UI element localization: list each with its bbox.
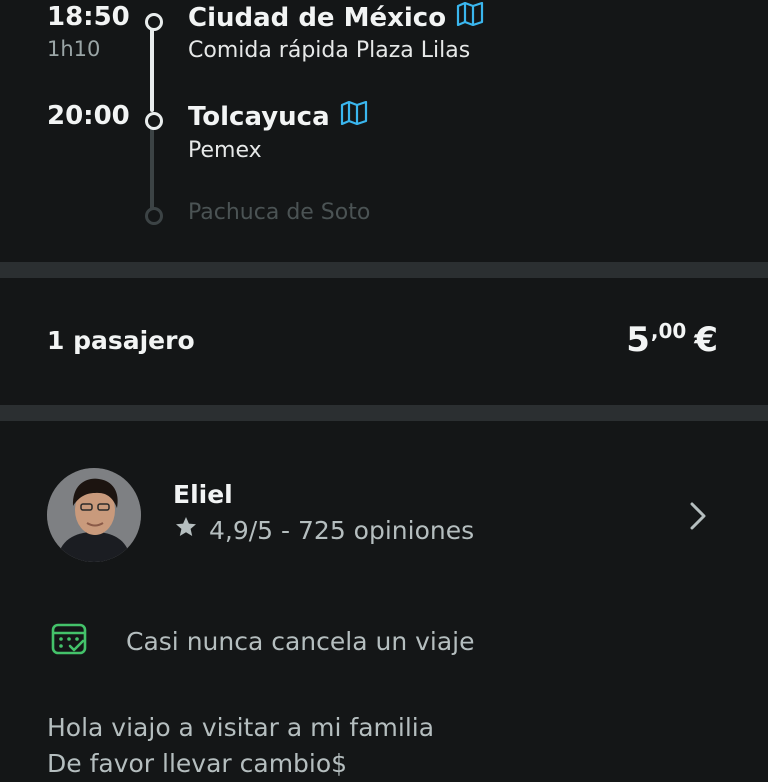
- stop-city-label: Ciudad de México: [188, 2, 447, 33]
- stop-city[interactable]: Ciudad de México: [188, 1, 484, 33]
- stop-place: Pemex: [188, 138, 262, 163]
- map-icon[interactable]: [456, 1, 484, 33]
- section-divider: [0, 405, 768, 421]
- timeline-line-inactive: [150, 128, 154, 210]
- rating-text: 4,9/5 - 725 opiniones: [209, 515, 475, 545]
- timeline-dot-inactive: [145, 207, 163, 225]
- bio-line: De favor llevar cambio$: [47, 749, 348, 778]
- stop-time: 20:00: [47, 101, 130, 131]
- price-currency: €: [694, 320, 718, 360]
- timeline-dot: [145, 13, 163, 31]
- driver-name: Eliel: [173, 480, 233, 509]
- chevron-right-icon[interactable]: [686, 500, 710, 536]
- price-decimals: ,00: [650, 319, 687, 343]
- section-divider: [0, 262, 768, 278]
- stop-duration: 1h10: [47, 37, 101, 61]
- avatar[interactable]: [47, 468, 141, 562]
- reliability-badge: Casi nunca cancela un viaje: [50, 620, 475, 662]
- stop-place: Comida rápida Plaza Lilas: [188, 38, 471, 63]
- calendar-check-icon: [50, 620, 88, 662]
- map-icon[interactable]: [340, 100, 368, 132]
- stop-city[interactable]: Tolcayuca: [188, 100, 368, 132]
- passenger-count: 1 pasajero: [47, 326, 195, 355]
- final-destination: Pachuca de Soto: [188, 200, 371, 225]
- price: 5 ,00 €: [626, 318, 718, 362]
- stop-city-label: Tolcayuca: [188, 101, 330, 132]
- price-integer: 5: [626, 320, 650, 360]
- stop-time: 18:50: [47, 2, 130, 32]
- star-icon: [173, 515, 199, 545]
- driver-bio: Hola viajo a visitar a mi familia De fav…: [47, 710, 434, 782]
- timeline-dot: [145, 112, 163, 130]
- bio-line: Hola viajo a visitar a mi familia: [47, 713, 435, 742]
- reliability-text: Casi nunca cancela un viaje: [126, 626, 475, 656]
- driver-rating: 4,9/5 - 725 opiniones: [173, 515, 474, 545]
- timeline-line-active: [150, 24, 154, 112]
